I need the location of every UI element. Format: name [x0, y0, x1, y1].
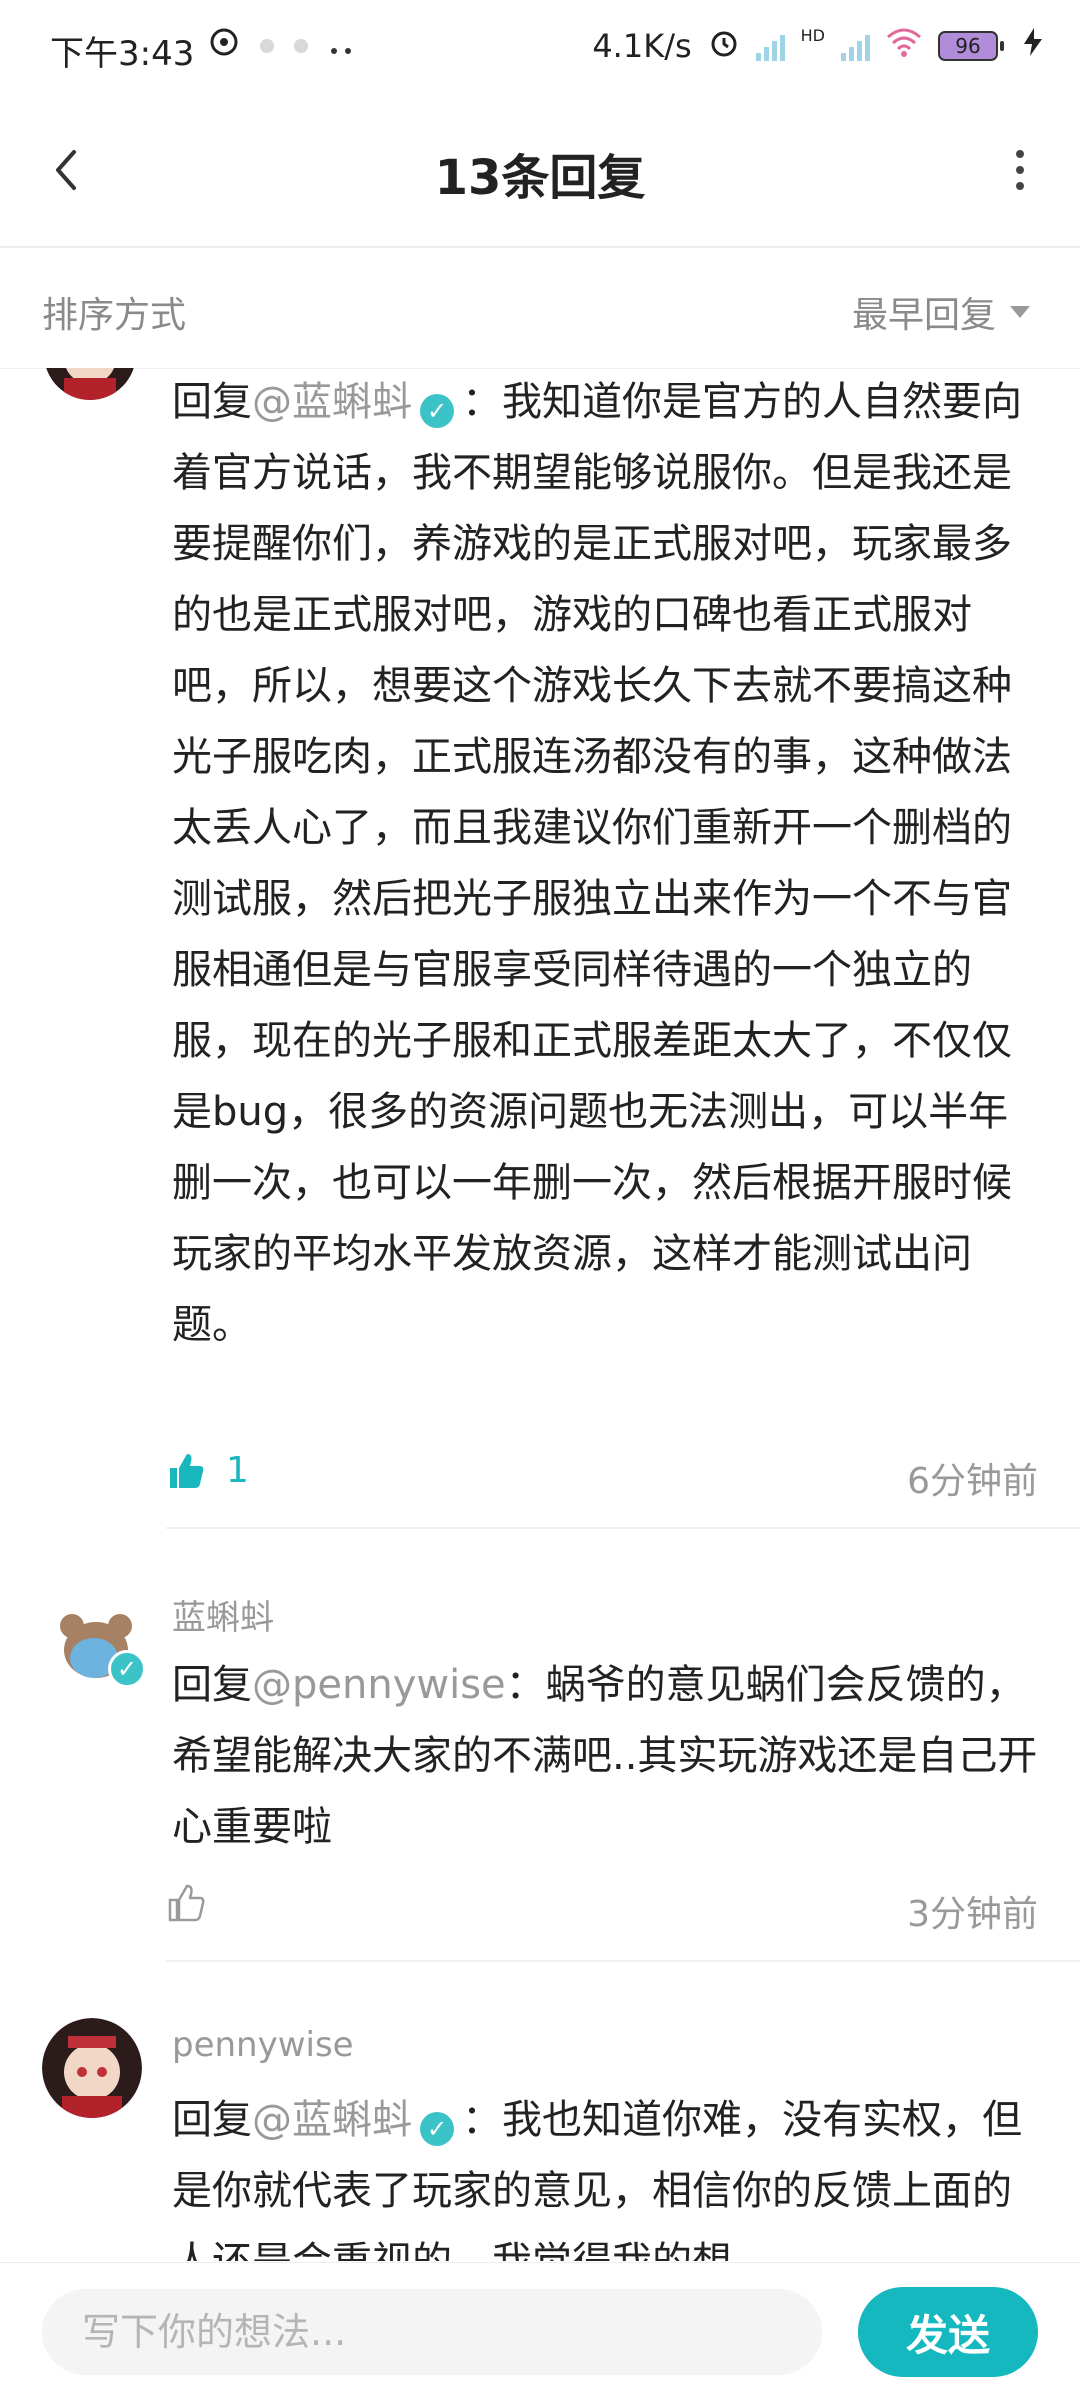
comment-text: 回复@蓝蝌蚪 ✓ ：我也知道你难，没有实权，但是你就代表了玩家的意见，相信你的反馈上…: [172, 2085, 1042, 2261]
sort-dropdown[interactable]: 最早回复: [852, 286, 1030, 338]
notification-dot-icon: [294, 39, 308, 53]
comment-timestamp: 6分钟前: [907, 1461, 1038, 1502]
like-count: 1: [226, 1450, 249, 1491]
hd-indicator: HD: [800, 26, 825, 45]
more-dot-icon: [1016, 182, 1024, 190]
more-dot-icon: [1016, 166, 1024, 174]
more-notifications-icon: [328, 29, 358, 64]
thumbs-up-filled-icon: [170, 1453, 204, 1488]
avatar[interactable]: [42, 2018, 142, 2118]
mention-link[interactable]: @蓝蝌蚪: [252, 379, 412, 425]
like-button[interactable]: 1: [166, 1450, 249, 1491]
comment-body: ：我知道你是官方的人自然要向着官方说话，我不期望能够说服你。但是我还是要提醒你们…: [172, 379, 1022, 1348]
signal-2-icon: [841, 31, 870, 61]
comment-timestamp: 3分钟前: [907, 1894, 1038, 1935]
more-dot-icon: [1016, 150, 1024, 158]
reply-prefix: 回复: [172, 2097, 252, 2143]
thumbs-up-outline-icon: [168, 1884, 205, 1922]
verified-badge-icon: ✓: [420, 394, 454, 428]
comment-text: 回复@蓝蝌蚪 ✓ ：我知道你是官方的人自然要向着官方说话，我不期望能够说服你。但是我…: [172, 367, 1042, 1361]
charging-icon: [1020, 27, 1046, 65]
like-button[interactable]: [166, 1883, 206, 1923]
sort-bar: 排序方式 最早回复: [0, 248, 1080, 369]
network-speed: 4.1K/s: [592, 27, 692, 65]
wifi-icon: [886, 27, 922, 65]
send-button[interactable]: 发送: [858, 2287, 1038, 2377]
page-title: 13条回复: [434, 150, 646, 206]
alarm-icon: [708, 26, 740, 66]
comment-username[interactable]: 蓝蝌蚪: [172, 1590, 274, 1639]
caret-down-icon: [1010, 306, 1030, 318]
battery-level: 96: [938, 31, 998, 61]
verified-badge-icon: ✓: [108, 1650, 146, 1688]
comment-username[interactable]: pennywise: [172, 2025, 354, 2065]
sort-selected-value: 最早回复: [851, 295, 996, 336]
comment-text: 回复@pennywise：蜗爷的意见蜗们会反馈的，希望能解决大家的不满吧..其实…: [172, 1650, 1042, 1863]
notification-dot-icon: [260, 39, 274, 53]
battery-icon: 96: [938, 31, 1004, 61]
app-header: 13条回复: [0, 96, 1080, 248]
status-bar: 下午3:43 4.1K/s HD 96: [0, 0, 1080, 96]
mention-link[interactable]: @pennywise: [252, 1662, 506, 1708]
verified-badge-icon: ✓: [420, 2112, 454, 2146]
more-options-button[interactable]: [1000, 140, 1040, 200]
comment-composer: 发送: [0, 2262, 1080, 2401]
reply-prefix: 回复: [172, 1662, 252, 1708]
comment-divider: [166, 1960, 1080, 1962]
status-time: 下午3:43: [50, 34, 195, 74]
app-notification-icon: [208, 26, 240, 66]
reply-prefix: 回复: [172, 379, 252, 425]
mention-link[interactable]: @蓝蝌蚪: [252, 2097, 412, 2143]
comment-divider: [166, 1527, 1080, 1529]
signal-1-icon: [755, 31, 785, 61]
comment-input[interactable]: [42, 2289, 822, 2375]
status-notification-icons: [208, 26, 358, 66]
sort-label: 排序方式: [42, 295, 187, 336]
status-right-group: 4.1K/s HD 96: [592, 26, 1046, 66]
